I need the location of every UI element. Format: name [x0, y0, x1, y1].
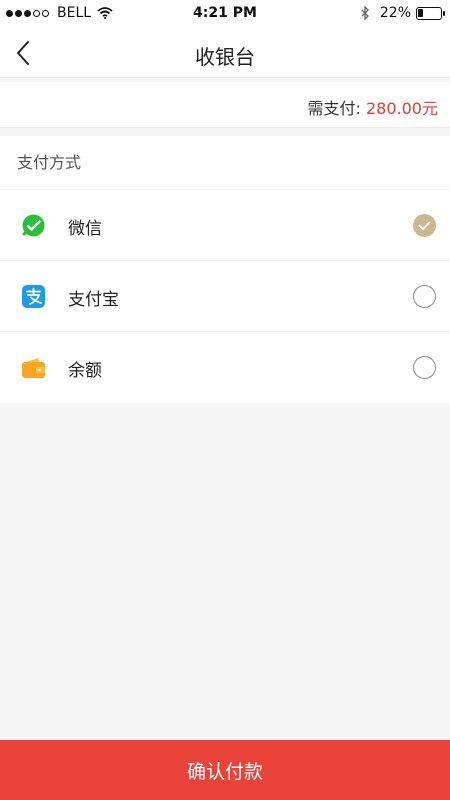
page-title: 收银台 — [195, 45, 255, 69]
alipay-icon — [22, 285, 45, 308]
amount-label: 需支付: — [307, 99, 361, 118]
battery-icon — [416, 6, 445, 20]
bluetooth-icon — [361, 6, 369, 20]
radio-unselected[interactable] — [413, 356, 436, 379]
section-title: 支付方式 — [0, 136, 450, 190]
payment-option-alipay[interactable]: 支付宝 — [0, 261, 450, 332]
radio-unselected[interactable] — [413, 285, 436, 308]
status-bar: BELL 4:21 PM 22% — [0, 0, 450, 28]
payment-option-label: 微信 — [68, 219, 102, 239]
battery-percent: 22% — [379, 5, 411, 21]
radio-selected[interactable] — [413, 214, 436, 237]
amount-value: 280.00元 — [366, 99, 438, 118]
checkmark-icon — [418, 221, 431, 230]
payment-option-label: 支付宝 — [68, 290, 119, 310]
payment-option-label: 余额 — [68, 361, 102, 381]
wechat-icon — [22, 214, 45, 237]
payment-option-balance[interactable]: 余额 — [0, 332, 450, 403]
payment-method-section: 支付方式 微信 支付宝 余额 — [0, 136, 450, 403]
nav-bar: 收银台 — [0, 28, 450, 78]
amount-bar: 需支付: 280.00元 — [0, 82, 450, 128]
payment-option-wechat[interactable]: 微信 — [0, 190, 450, 261]
status-right: 22% — [361, 5, 445, 21]
battery-level — [418, 8, 423, 17]
confirm-payment-button[interactable]: 确认付款 — [0, 740, 450, 800]
wallet-icon — [22, 358, 45, 378]
amount-due: 需支付: 280.00元 — [308, 95, 439, 119]
